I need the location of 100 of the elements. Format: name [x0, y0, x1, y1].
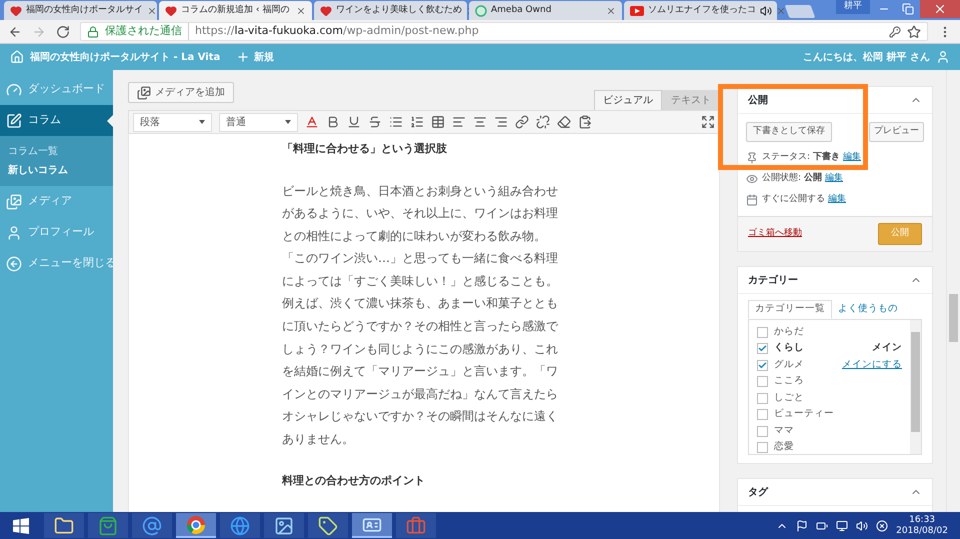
content-heading: 料理との合わせ方のポイント — [282, 472, 426, 489]
page-scrollbar[interactable] — [946, 70, 960, 512]
checkbox[interactable] — [757, 442, 768, 453]
taskbar-app[interactable] — [308, 513, 348, 538]
align-left-icon[interactable] — [452, 115, 466, 129]
checkbox[interactable] — [757, 392, 768, 404]
make-primary-link[interactable]: メインにする — [842, 358, 902, 372]
checkbox[interactable] — [757, 426, 768, 436]
circle-logo-icon — [475, 4, 487, 16]
taskbar-app[interactable] — [220, 513, 260, 538]
dropdown-arrow-icon — [199, 120, 205, 124]
bold-icon[interactable] — [326, 115, 340, 129]
submenu-item[interactable]: 新しいコラム — [0, 161, 113, 180]
edit-link[interactable]: 編集 — [828, 193, 846, 207]
taskbar-app[interactable] — [176, 513, 216, 538]
text-color-icon[interactable] — [305, 115, 319, 129]
tab-title: ワインをより美味しく飲むため — [336, 4, 462, 17]
security-label: 保護された通信 — [105, 23, 189, 40]
address-field[interactable]: 保護された通信 https://la-vita-fukuoka.com/wp-admin/post-new.php — [80, 22, 928, 41]
status-label: 公開状態: — [762, 172, 802, 186]
box-title: タグ — [748, 486, 768, 500]
network-icon — [836, 520, 848, 532]
lock-icon — [87, 26, 99, 38]
folder-icon — [54, 516, 74, 536]
taskbar-app[interactable] — [264, 513, 304, 538]
battery-icon — [816, 520, 828, 532]
menu-item[interactable]: コラム — [0, 105, 113, 136]
plus-icon — [236, 50, 250, 64]
browser-icon — [186, 514, 206, 534]
tab-title: ソムリエナイフを使ったコ — [648, 4, 756, 17]
editor-tab[interactable]: テキスト — [662, 90, 720, 110]
size-select[interactable]: 普通 — [219, 112, 298, 132]
speaker-icon[interactable] — [760, 4, 772, 16]
trash-link[interactable]: ゴミ箱へ移動 — [748, 227, 802, 241]
add-media-button[interactable]: メディアを追加 — [128, 82, 234, 103]
content-heading: 「料理に合わせる」という選択肢 — [282, 141, 448, 157]
checkbox[interactable] — [757, 409, 768, 420]
unlink-icon[interactable] — [536, 115, 550, 129]
eye-icon — [746, 173, 758, 185]
bullet-list-icon[interactable] — [389, 115, 403, 129]
taskbar-app[interactable] — [88, 513, 128, 538]
box-title: カテゴリー — [748, 274, 798, 288]
numbered-list-icon[interactable] — [410, 115, 424, 129]
editor-tab[interactable]: ビジュアル — [594, 90, 662, 110]
checkbox[interactable] — [757, 343, 768, 354]
checkbox[interactable] — [757, 360, 768, 370]
home-icon — [10, 50, 24, 64]
flag-icon — [796, 520, 808, 532]
taskbar-app[interactable] — [44, 513, 84, 538]
preview-button[interactable]: プレビュー — [869, 122, 924, 142]
user-icon — [936, 50, 950, 64]
close-icon — [296, 6, 306, 16]
fullscreen-icon[interactable] — [701, 115, 715, 129]
globe-icon — [230, 516, 250, 536]
category-name: からだ — [774, 324, 804, 339]
tab-title: 福岡の女性向けポータルサイ — [26, 4, 143, 17]
taskbar-app[interactable] — [352, 513, 392, 538]
browser-tab[interactable]: コラムの新規追加 ‹ 福岡の — [159, 1, 312, 20]
table-icon[interactable] — [431, 115, 445, 129]
close-icon — [933, 2, 947, 16]
taskbar-app[interactable] — [132, 513, 172, 538]
paste-icon[interactable] — [578, 115, 592, 129]
checkbox[interactable] — [757, 326, 768, 338]
edit-link[interactable]: 編集 — [843, 151, 862, 165]
align-center-icon[interactable] — [473, 115, 487, 129]
browser-tab[interactable]: Ameba Ownd — [469, 1, 622, 20]
gauge-icon — [6, 82, 22, 98]
restore-icon — [902, 3, 914, 15]
back-icon — [8, 24, 22, 38]
at-sign-icon — [142, 516, 162, 536]
close-icon — [147, 6, 157, 16]
eraser-icon[interactable] — [557, 115, 571, 129]
browser-tab[interactable]: ワインをより美味しく飲むため — [314, 1, 467, 20]
new-tab-button[interactable] — [784, 5, 816, 18]
category-tab[interactable]: よく使うもの — [832, 300, 904, 319]
play-icon — [630, 6, 644, 16]
format-select[interactable]: 段落 — [133, 112, 212, 132]
category-tab[interactable]: カテゴリー一覧 — [748, 300, 832, 319]
bag-icon — [98, 516, 118, 536]
edit-link[interactable]: 編集 — [825, 172, 844, 186]
close-button[interactable] — [920, 0, 960, 18]
dropdown-arrow-icon — [285, 120, 291, 124]
strikethrough-icon[interactable] — [368, 115, 382, 129]
save-draft-button[interactable]: 下書きとして保存 — [746, 122, 832, 142]
underline-icon[interactable] — [347, 115, 361, 129]
close-icon — [606, 6, 616, 16]
tag-icon — [318, 516, 338, 536]
list-scrollbar[interactable] — [910, 320, 921, 454]
status-label: すぐに公開する — [762, 193, 825, 206]
tab-title: コラムの新規追加 ‹ 福岡の — [181, 4, 290, 17]
user-icon — [6, 224, 22, 240]
edit-icon — [6, 112, 22, 128]
checkbox[interactable] — [757, 376, 768, 387]
align-right-icon[interactable] — [494, 115, 508, 129]
profile-name[interactable]: 耕平 — [836, 0, 870, 14]
start-icon[interactable] — [13, 518, 29, 534]
primary-label: メイン — [872, 341, 902, 356]
browser-tab[interactable]: 福岡の女性向けポータルサイ — [4, 1, 157, 20]
error-icon — [876, 520, 888, 532]
link-icon[interactable] — [515, 115, 529, 129]
